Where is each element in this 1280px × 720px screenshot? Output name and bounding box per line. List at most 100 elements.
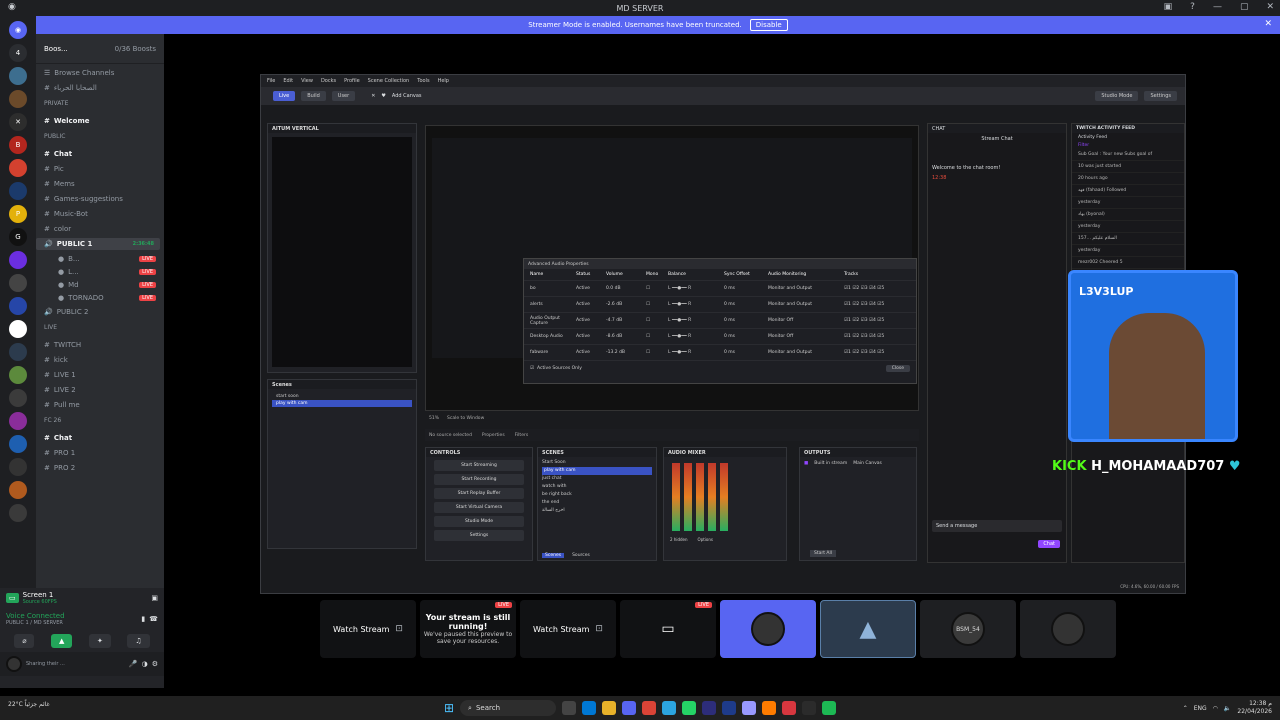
scene-item[interactable]: watch with [542, 483, 652, 491]
voice-user[interactable]: ● B... LIVE [36, 253, 164, 264]
browse-channels[interactable]: ☰ Browse Channels [36, 67, 164, 79]
channel-pullme[interactable]: # Pull me [36, 399, 164, 411]
start-streaming-button[interactable]: Start Streaming [434, 460, 524, 471]
monitoring-select[interactable]: Monitor Off [768, 334, 838, 339]
channel-games[interactable]: # Games-suggestions [36, 193, 164, 205]
scene-item[interactable]: اخرج السالة [542, 507, 652, 515]
voice-channel-public1[interactable]: 🔊 PUBLIC 1 2:36:48 [36, 238, 160, 250]
close-button[interactable]: ✕ [1266, 2, 1274, 12]
discord-icon[interactable] [622, 701, 637, 715]
mono-checkbox[interactable]: ☐ [646, 318, 662, 323]
server-icon[interactable] [9, 389, 27, 407]
whatsapp-icon[interactable] [682, 701, 697, 715]
menu-edit[interactable]: Edit [283, 78, 293, 84]
channel-twitch[interactable]: # TWITCH [36, 339, 164, 351]
avatar[interactable] [6, 656, 22, 672]
monitoring-select[interactable]: Monitor and Output [768, 350, 838, 355]
mixer-options-button[interactable]: Options [698, 537, 713, 542]
stream-tile-paused[interactable]: LIVE Your stream is still running! We've… [420, 600, 516, 658]
feed-item[interactable]: Sub Goal : Your new Subs goal of [1072, 149, 1184, 161]
adv-row[interactable]: Desktop Audio Active -8.6 dB ☐ L ━━●━━ R 0 ms… [524, 329, 916, 345]
server-icon[interactable]: 4 [9, 44, 27, 62]
sync-field[interactable]: 0 ms [724, 318, 762, 323]
tab-user[interactable]: User [331, 91, 356, 101]
scene-item[interactable]: start soon [272, 393, 412, 400]
channel-live2[interactable]: # LIVE 2 [36, 384, 164, 396]
server-icon[interactable]: P [9, 205, 27, 223]
screen-share-status[interactable]: ▭ Screen 1 Source 60FPS ▣ [0, 588, 164, 608]
chevron-up-icon[interactable]: ⌃ [1183, 705, 1188, 712]
menu-tools[interactable]: Tools [417, 78, 429, 84]
chat-input[interactable]: Send a message [932, 520, 1062, 532]
feed-item[interactable]: فهد (fahaad) Followed [1072, 185, 1184, 197]
tracks-checkboxes[interactable]: ☑1 ☑2 ☑3 ☑4 ☑5 [844, 302, 884, 307]
volume-meter[interactable] [684, 463, 692, 531]
weather-widget[interactable]: 22°C غائم جزئياً [8, 701, 50, 708]
taskbar-search[interactable]: ⌕ Search [460, 700, 557, 716]
feed-item[interactable]: mezr002 Cheered 5 [1072, 257, 1184, 269]
server-icon[interactable] [9, 435, 27, 453]
active-only-toggle[interactable]: ☑ Active Sources Only Close [524, 361, 916, 376]
server-icon[interactable] [9, 67, 27, 85]
edge-icon[interactable] [582, 701, 597, 715]
server-icon[interactable] [9, 297, 27, 315]
tracks-checkboxes[interactable]: ☑1 ☑2 ☑3 ☑4 ☑5 [844, 318, 884, 323]
sync-field[interactable]: 0 ms [724, 350, 762, 355]
start-recording-button[interactable]: Start Recording [434, 474, 524, 485]
tab-live[interactable]: Live [273, 91, 296, 101]
sync-field[interactable]: 0 ms [724, 286, 762, 291]
participant-tile[interactable]: BSM_54 [920, 600, 1016, 658]
properties-button[interactable]: Properties [482, 433, 505, 438]
menu-file[interactable]: File [267, 78, 275, 84]
menu-help[interactable]: Help [438, 78, 449, 84]
volume-meter[interactable] [708, 463, 716, 531]
balance-slider[interactable]: L ━━●━━ R [668, 334, 718, 339]
monitoring-select[interactable]: Monitor Off [768, 318, 838, 323]
mono-checkbox[interactable]: ☐ [646, 302, 662, 307]
adv-row[interactable]: Audio Output Capture Active -4.7 dB ☐ L ━━●━… [524, 313, 916, 329]
tracks-checkboxes[interactable]: ☑1 ☑2 ☑3 ☑4 ☑5 [844, 334, 884, 339]
participant-tile[interactable] [1020, 600, 1116, 658]
volume-field[interactable]: -8.6 dB [606, 334, 640, 339]
filters-button[interactable]: Filters [515, 433, 529, 438]
channel-fc-chat[interactable]: # Chat [36, 432, 164, 444]
server-icon[interactable] [9, 504, 27, 522]
outputs-row[interactable]: ■ Built in stream Main Canvas [800, 457, 916, 470]
zoom-level[interactable]: 51% [429, 416, 439, 421]
spotify-icon[interactable] [822, 701, 837, 715]
premiere-icon[interactable] [742, 701, 757, 715]
menu-docks[interactable]: Docks [321, 78, 336, 84]
help-icon[interactable]: ? [1190, 2, 1195, 12]
inbox-icon[interactable]: ▣ [1164, 2, 1173, 12]
volume-icon[interactable]: 🔈 [1224, 705, 1231, 712]
server-icon[interactable] [9, 251, 27, 269]
voice-channel-public2[interactable]: 🔊 PUBLIC 2 [36, 306, 164, 318]
monitoring-select[interactable]: Monitor and Output [768, 302, 838, 307]
mic-icon[interactable]: 🎤 [129, 660, 138, 668]
balance-slider[interactable]: L ━━●━━ R [668, 286, 718, 291]
channel-mems[interactable]: # Mems [36, 178, 164, 190]
home-server-icon[interactable]: ◉ [9, 21, 27, 39]
server-icon[interactable]: ✕ [9, 113, 27, 131]
server-icon[interactable]: G [9, 228, 27, 246]
stop-share-icon[interactable]: ▣ [151, 594, 158, 602]
headphones-icon[interactable]: ◑ [142, 660, 148, 668]
tracks-checkboxes[interactable]: ☑1 ☑2 ☑3 ☑4 ☑5 [844, 350, 884, 355]
stream-tile[interactable]: Watch Stream ⊡ [520, 600, 616, 658]
balance-slider[interactable]: L ━━●━━ R [668, 302, 718, 307]
start-replay-buffer-button[interactable]: Start Replay Buffer [434, 488, 524, 499]
file-explorer-icon[interactable] [602, 701, 617, 715]
volume-field[interactable]: 0.0 dB [606, 286, 640, 291]
scene-item[interactable]: Start Soon [542, 459, 652, 467]
voice-user[interactable]: ● TORNADO LIVE [36, 292, 164, 303]
volume-field[interactable]: -4.7 dB [606, 318, 640, 323]
soundboard-icon[interactable]: ♫ [127, 634, 150, 648]
sync-field[interactable]: 0 ms [724, 302, 762, 307]
banner-close-icon[interactable]: ✕ [1264, 19, 1272, 29]
volume-meter[interactable] [720, 463, 728, 531]
server-icon[interactable] [9, 159, 27, 177]
lightroom-icon[interactable] [702, 701, 717, 715]
server-icon[interactable] [9, 343, 27, 361]
server-icon[interactable] [9, 182, 27, 200]
server-icon[interactable] [9, 320, 27, 338]
